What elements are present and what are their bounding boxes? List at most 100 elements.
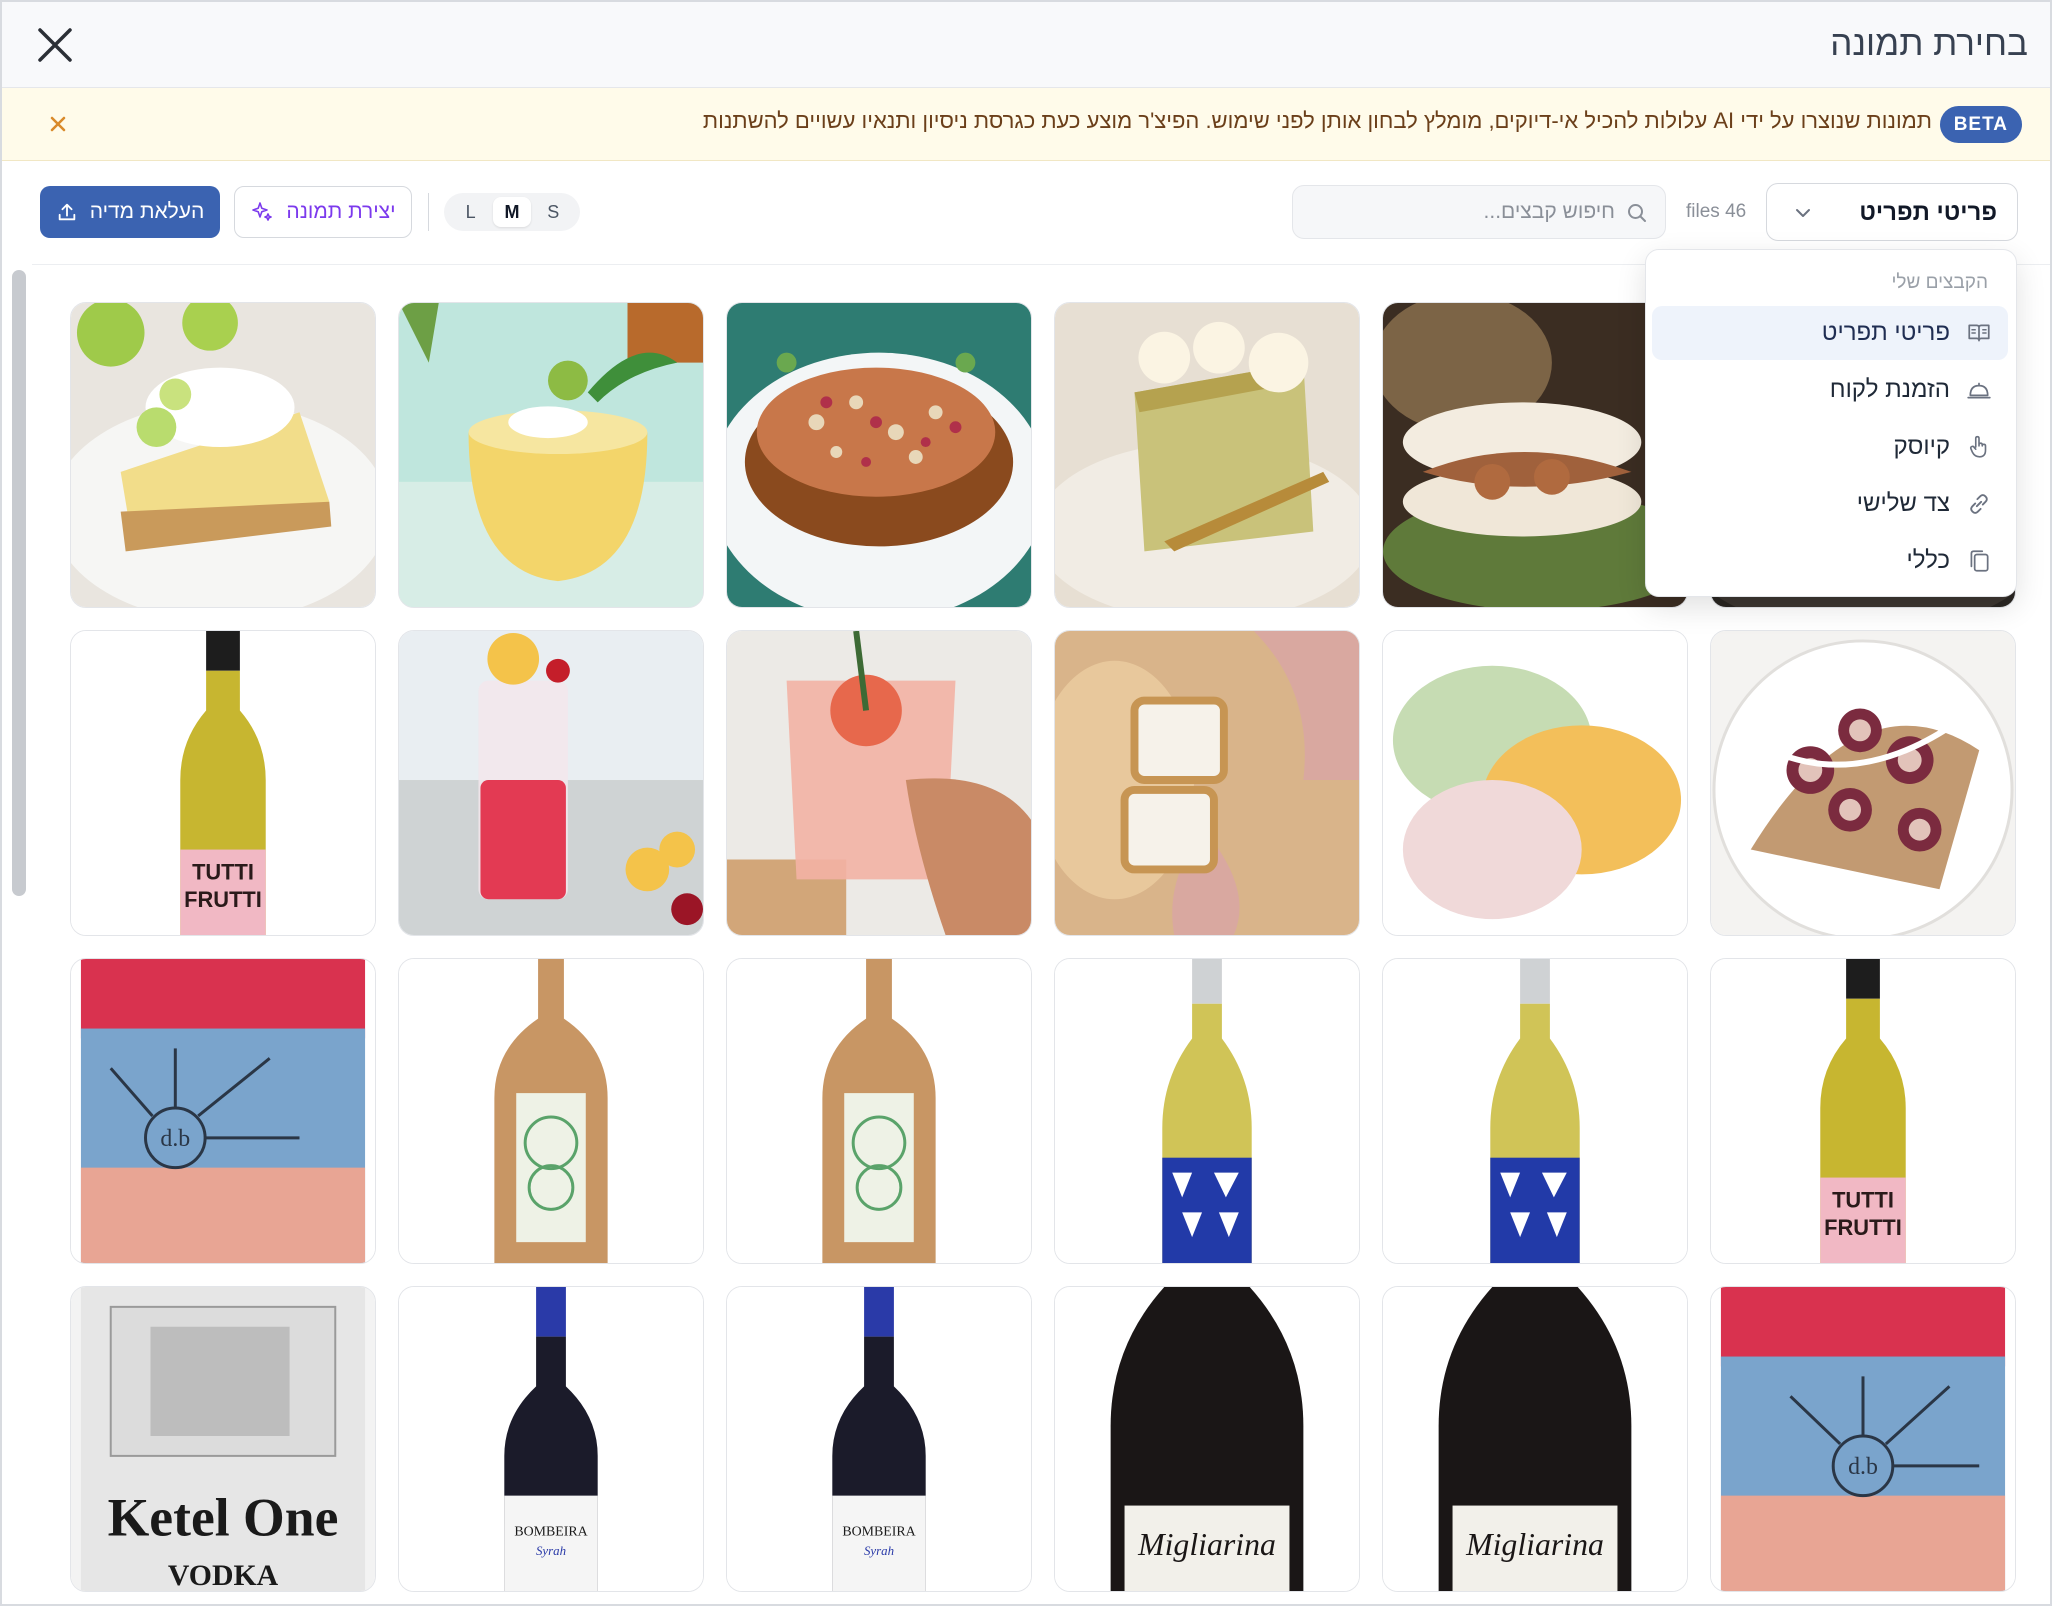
- bombeira-syrah-image: BOMBEIRA Syrah: [399, 1287, 703, 1591]
- image-tile[interactable]: [1054, 630, 1360, 936]
- bottle-label-text: Migliarina: [1137, 1527, 1276, 1562]
- dropdown-group-label: הקבצים שלי: [1891, 272, 1988, 293]
- toolbar-divider: [428, 193, 429, 231]
- dropdown-item-label: קיוסק: [1893, 433, 1950, 460]
- image-picker-modal: בחירת תמונה BETA תמונות שנוצרו על ידי AI…: [0, 0, 2052, 1606]
- dropdown-item-label: פריטי תפריט: [1821, 319, 1950, 346]
- bottle-label-text: FRUTTI: [1824, 1215, 1902, 1240]
- size-l-button[interactable]: L: [452, 197, 490, 227]
- modal-title: בחירת תמונה: [1830, 24, 2028, 63]
- copy-icon: [1970, 550, 1989, 572]
- folder-select-value: פריטי תפריט: [1859, 199, 1997, 226]
- beta-badge: BETA: [1939, 106, 2022, 143]
- close-icon[interactable]: [32, 22, 78, 68]
- bottle-label-text: Ketel One: [108, 1487, 339, 1547]
- dropdown-item-label: כללי: [1906, 547, 1950, 574]
- image-tile[interactable]: [726, 958, 1032, 1264]
- image-tile[interactable]: [1054, 302, 1360, 608]
- yellow-cocktail-image: [399, 303, 703, 607]
- blue-label-wine-image: [1383, 959, 1687, 1263]
- folder-dropdown: הקבצים שלי פריטי תפריט הזמנת לקוח קיוסק …: [1645, 249, 2017, 597]
- beta-banner-text: תמונות שנוצרו על ידי AI עלולות להכיל אי-…: [702, 108, 1932, 133]
- tutti-frutti-wine-image: TUTTI FRUTTI: [1711, 959, 2015, 1263]
- menu-book-icon: [1968, 324, 1990, 342]
- ketel-one-vodka-image: Ketel One VODKA: [71, 1287, 375, 1591]
- image-tile[interactable]: [1710, 630, 2016, 936]
- upload-icon: [58, 203, 75, 221]
- grapefruit-cocktail-image: [727, 631, 1031, 935]
- bottle-label-text: Migliarina: [1465, 1527, 1604, 1562]
- image-tile[interactable]: Migliarina: [1382, 1286, 1688, 1592]
- bottle-label-text: TUTTI: [192, 859, 254, 884]
- image-tile[interactable]: BOMBEIRA Syrah: [726, 1286, 1032, 1592]
- fried-cheese-bites-image: [1055, 631, 1359, 935]
- clay-bottle-image: [727, 959, 1031, 1263]
- bottle-label-text: d.b: [160, 1126, 190, 1152]
- bottle-label-text: BOMBEIRA: [514, 1524, 587, 1539]
- banner-close-icon[interactable]: [44, 110, 72, 138]
- image-tile[interactable]: [1382, 958, 1688, 1264]
- search-box: [1292, 185, 1666, 239]
- tutti-frutti-wine-image: TUTTI FRUTTI: [71, 631, 375, 935]
- image-tile[interactable]: d.b: [1710, 1286, 2016, 1592]
- image-tile[interactable]: [398, 302, 704, 608]
- image-tile[interactable]: [398, 630, 704, 936]
- fig-crepe-image: [1711, 631, 2015, 935]
- beta-banner: BETA תמונות שנוצרו על ידי AI עלולות להכי…: [2, 88, 2050, 161]
- size-s-button[interactable]: S: [534, 197, 572, 227]
- db-rose-wine-image: d.b: [1711, 1287, 2015, 1591]
- link-icon: [1970, 494, 1988, 514]
- migliarina-wine-image: Migliarina: [1055, 1287, 1359, 1591]
- dropdown-item-general[interactable]: כללי: [1652, 534, 2008, 588]
- create-image-button[interactable]: יצירת תמונה: [234, 186, 412, 238]
- db-rose-wine-image: d.b: [71, 959, 375, 1263]
- bombeira-syrah-image: BOMBEIRA Syrah: [727, 1287, 1031, 1591]
- image-tile[interactable]: Ketel One VODKA: [70, 1286, 376, 1592]
- image-tile[interactable]: TUTTI FRUTTI: [70, 630, 376, 936]
- mochi-image: [1383, 631, 1687, 935]
- image-tile[interactable]: [398, 958, 704, 1264]
- files-count: files 46: [1686, 201, 1747, 222]
- bottle-label-text: Syrah: [536, 1543, 566, 1558]
- upload-media-label: העלאת מדיה: [89, 200, 205, 223]
- chevron-down-icon: [1796, 209, 1810, 217]
- dropdown-item-label: צד שלישי: [1856, 490, 1950, 517]
- pointer-hand-icon: [1969, 435, 1987, 458]
- bottle-label-text: BOMBEIRA: [842, 1524, 915, 1539]
- image-tile[interactable]: [726, 630, 1032, 936]
- search-icon: [1628, 204, 1646, 222]
- cloche-icon: [1967, 382, 1991, 399]
- fried-fish-salad-image: [727, 303, 1031, 607]
- bottle-label-text: VODKA: [168, 1559, 279, 1591]
- image-tile[interactable]: d.b: [70, 958, 376, 1264]
- clay-bottle-image: [399, 959, 703, 1263]
- key-lime-pie-image: [71, 303, 375, 607]
- image-tile[interactable]: BOMBEIRA Syrah: [398, 1286, 704, 1592]
- create-image-label: יצירת תמונה: [286, 200, 396, 223]
- search-input[interactable]: [1315, 196, 1615, 228]
- upload-media-button[interactable]: העלאת מדיה: [40, 186, 220, 238]
- bottle-label-text: FRUTTI: [184, 887, 262, 912]
- bottle-label-text: TUTTI: [1832, 1187, 1894, 1212]
- bottle-label-text: d.b: [1848, 1454, 1878, 1480]
- folder-select[interactable]: פריטי תפריט: [1766, 183, 2018, 241]
- image-tile[interactable]: [1382, 630, 1688, 936]
- sparkles-icon: [252, 202, 273, 221]
- size-m-button[interactable]: M: [492, 197, 531, 227]
- blue-label-wine-image: [1055, 959, 1359, 1263]
- migliarina-wine-image: Migliarina: [1383, 1287, 1687, 1591]
- image-tile[interactable]: [70, 302, 376, 608]
- pistachio-cream-pie-image: [1055, 303, 1359, 607]
- image-tile[interactable]: TUTTI FRUTTI: [1710, 958, 2016, 1264]
- dropdown-item-third-party[interactable]: צד שלישי: [1652, 477, 2008, 531]
- modal-header: בחירת תמונה: [2, 2, 2050, 88]
- image-tile[interactable]: [1054, 958, 1360, 1264]
- dropdown-item-kiosk[interactable]: קיוסק: [1652, 420, 2008, 474]
- dropdown-item-menu-items[interactable]: פריטי תפריט: [1652, 306, 2008, 360]
- bottle-label-text: Syrah: [864, 1543, 894, 1558]
- scrollbar[interactable]: [12, 270, 26, 896]
- image-tile[interactable]: [1382, 302, 1688, 608]
- image-tile[interactable]: [726, 302, 1032, 608]
- image-tile[interactable]: Migliarina: [1054, 1286, 1360, 1592]
- dropdown-item-customer-order[interactable]: הזמנת לקוח: [1652, 363, 2008, 417]
